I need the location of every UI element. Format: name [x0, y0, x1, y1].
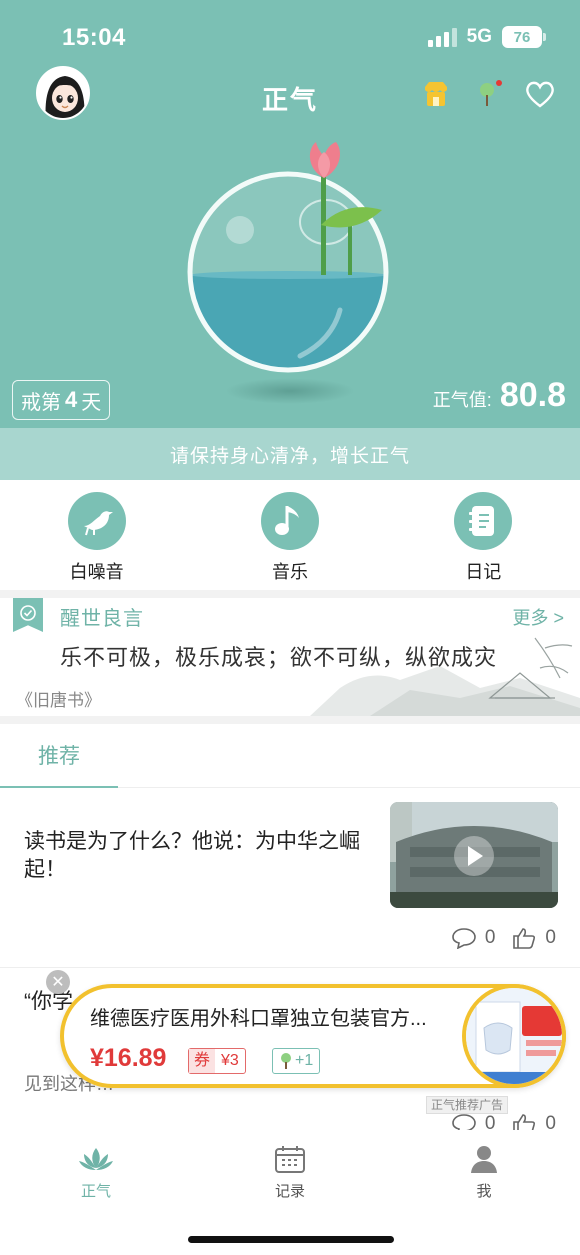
motto-banner: 请保持身心清净，增长正气 — [0, 428, 580, 480]
days-suffix: 天 — [81, 391, 102, 414]
ad-price: ¥16.89 — [90, 1044, 167, 1072]
divider — [0, 716, 580, 724]
tree-icon — [281, 1053, 291, 1069]
tab-recommend[interactable]: 推荐 — [0, 724, 118, 788]
article-headline: 读书是为了什么？他说：为中华之崛起！ — [24, 830, 360, 881]
days-prefix: 戒第 — [21, 391, 61, 414]
tool-diary[interactable]: 日记 — [387, 480, 580, 590]
status-bar: 15:04 5G 76 — [0, 0, 580, 70]
score-value: 80.8 — [499, 376, 566, 414]
article-stats: 0 0 — [451, 926, 556, 950]
feed-tabs: 推荐 — [0, 724, 580, 788]
notebook-icon — [454, 492, 513, 550]
ad-label: 正气推荐广告 — [426, 1096, 509, 1114]
status-right: 5G 76 — [427, 26, 546, 48]
heart-check-icon — [20, 605, 36, 621]
ad-tree-bonus: +1 — [272, 1048, 321, 1074]
lotus-icon — [79, 1148, 113, 1170]
coupon-value: ¥3 — [221, 1052, 239, 1069]
nav-label: 正气 — [80, 1183, 111, 1200]
top-bar: 正气 — [0, 64, 580, 124]
calendar-icon — [275, 1146, 305, 1173]
comment-icon[interactable] — [451, 927, 477, 949]
nav-item-home[interactable]: 正气 — [36, 1144, 156, 1201]
like-count: 0 — [545, 927, 556, 948]
tool-label: 音乐 — [271, 562, 308, 582]
ad-coupon: 券 ¥3 — [188, 1048, 246, 1074]
score-display: 正气值: 80.8 — [433, 376, 566, 415]
coupon-label: 券 — [189, 1049, 216, 1073]
shop-icon[interactable] — [420, 78, 452, 110]
nav-item-me[interactable]: 我 — [424, 1144, 544, 1201]
nav-label: 我 — [476, 1183, 492, 1200]
ad-product-image — [462, 984, 566, 1088]
score-label: 正气值: — [432, 390, 492, 410]
bird-icon — [67, 492, 126, 550]
ad-product-name: 维德医疗医用外科口罩独立包装官方... — [90, 1008, 427, 1030]
tree-bonus-value: +1 — [295, 1052, 314, 1069]
battery-icon: 76 — [502, 26, 546, 48]
home-indicator — [188, 1236, 394, 1243]
divider — [0, 590, 580, 598]
article-thumbnail — [390, 802, 558, 908]
article-item[interactable]: 读书是为了什么？他说：为中华之崛起！ 0 0 — [0, 788, 580, 968]
network-label: 5G — [466, 26, 492, 47]
nav-label: 记录 — [274, 1183, 305, 1200]
days-count: 4 — [65, 387, 78, 412]
hero-section: 15:04 5G 76 正气 戒第 4 天 正气值: 80.8 — [0, 0, 580, 428]
tool-label: 日记 — [465, 562, 502, 582]
lotus-bowl-illustration — [150, 130, 430, 420]
person-icon — [471, 1146, 497, 1173]
nav-item-records[interactable]: 记录 — [230, 1144, 350, 1201]
tree-notification-icon[interactable] — [472, 78, 504, 110]
quote-source: 《旧唐书》 — [16, 691, 101, 710]
like-icon[interactable] — [511, 926, 537, 950]
heart-icon[interactable] — [524, 78, 556, 110]
tool-label: 白噪音 — [69, 562, 124, 582]
tool-white-noise[interactable]: 白噪音 — [0, 480, 193, 590]
status-time: 15:04 — [62, 24, 126, 51]
ad-banner[interactable]: 维德医疗医用外科口罩独立包装官方... ¥16.89 券 ¥3 +1 — [60, 984, 566, 1088]
quote-section-title: 醒世良言 — [60, 608, 144, 630]
music-note-icon — [260, 492, 319, 550]
comment-count: 0 — [484, 927, 496, 948]
tool-shortcuts: 白噪音 音乐 日记 — [0, 480, 580, 590]
ad-close-button[interactable]: ✕ — [46, 970, 70, 994]
quote-text: 乐不可极，极乐成哀；欲不可纵，纵欲成灾 — [60, 645, 498, 670]
signal-icon — [427, 27, 457, 47]
quote-card[interactable]: 醒世良言 更多 > 乐不可极，极乐成哀；欲不可纵，纵欲成灾 《旧唐书》 — [0, 598, 580, 716]
abstain-days-badge: 戒第 4 天 — [12, 380, 111, 420]
top-icons — [420, 78, 556, 110]
tool-music[interactable]: 音乐 — [193, 480, 386, 590]
